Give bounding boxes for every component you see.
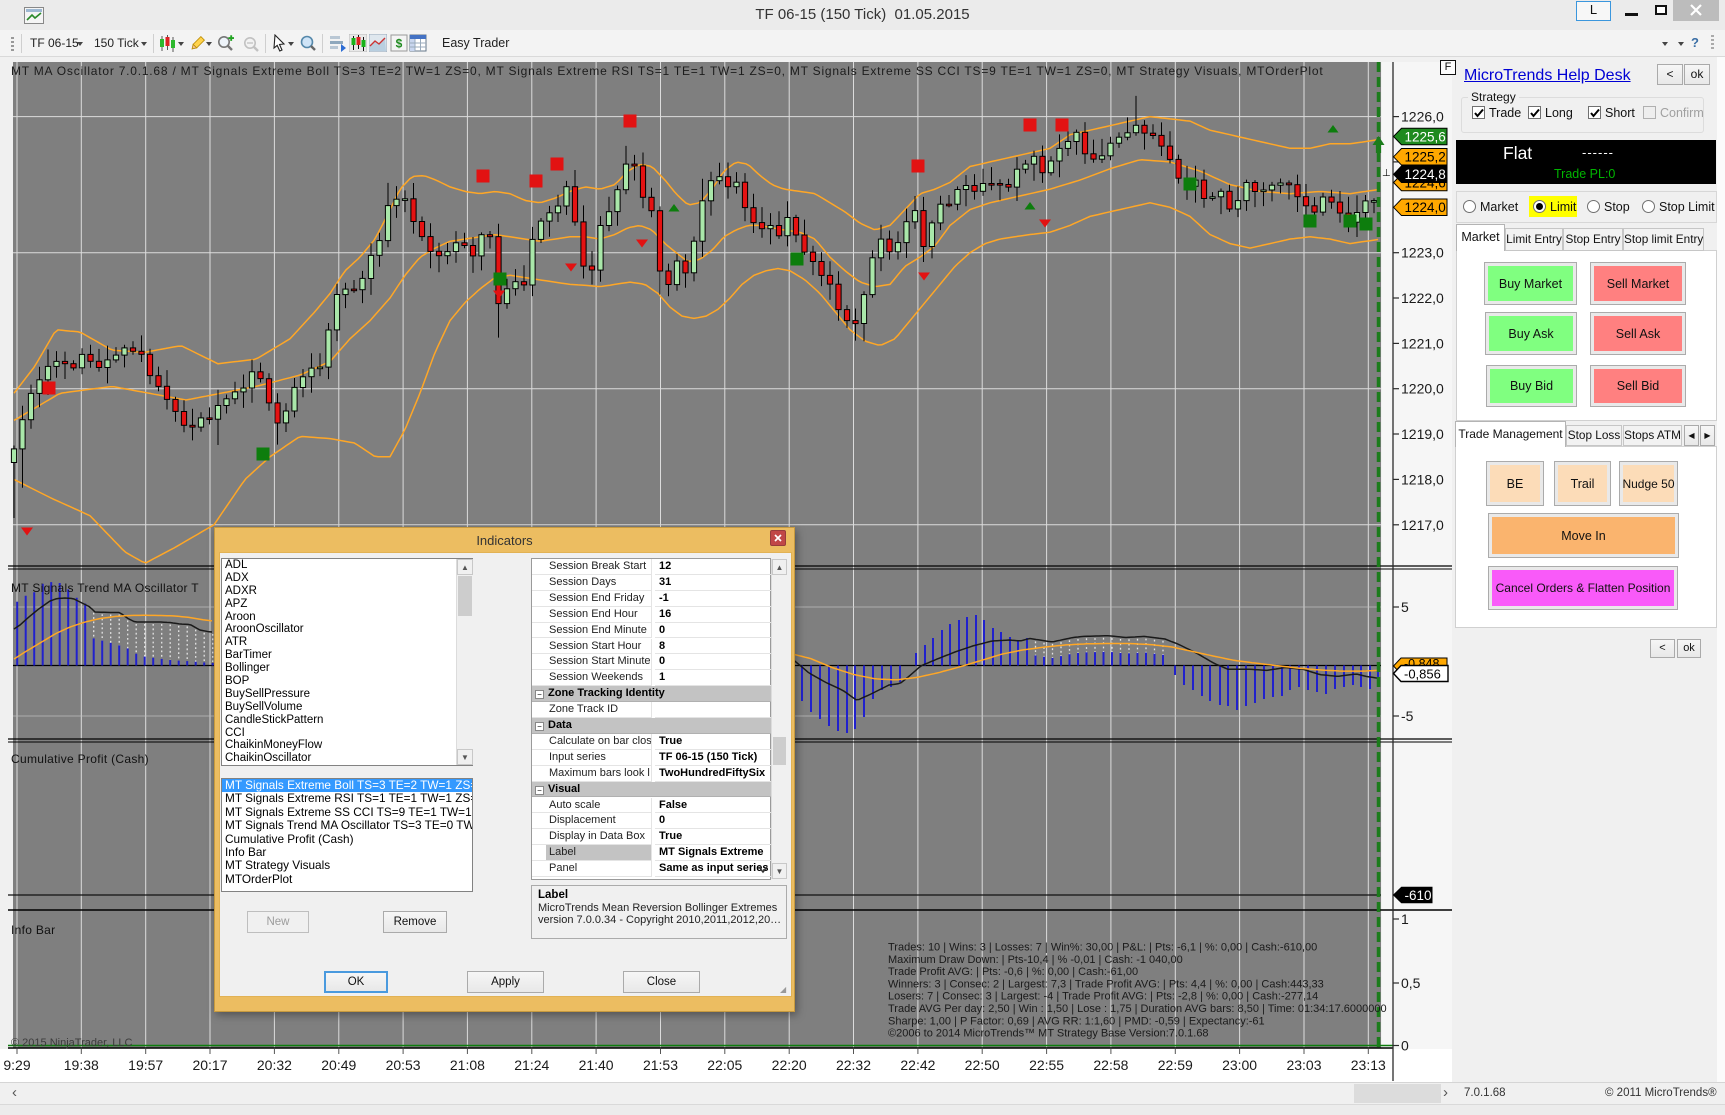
svg-text:22:42: 22:42 bbox=[900, 1057, 935, 1073]
svg-text:21:08: 21:08 bbox=[450, 1057, 485, 1073]
svg-text:19:57: 19:57 bbox=[128, 1057, 163, 1073]
svg-text:Cumulative Profit (Cash): Cumulative Profit (Cash) bbox=[11, 752, 149, 766]
svg-text:MT MA Oscillator 7.0.1.68 / MT: MT MA Oscillator 7.0.1.68 / MT Signals E… bbox=[11, 64, 1323, 78]
svg-text:21:40: 21:40 bbox=[579, 1057, 614, 1073]
svg-text:23:00: 23:00 bbox=[1222, 1057, 1257, 1073]
svg-text:1225,6: 1225,6 bbox=[1405, 129, 1446, 144]
svg-text:1219,0: 1219,0 bbox=[1401, 426, 1444, 442]
svg-text:22:32: 22:32 bbox=[836, 1057, 871, 1073]
svg-text:5: 5 bbox=[1401, 599, 1409, 615]
svg-text:1225,2: 1225,2 bbox=[1405, 150, 1446, 165]
svg-text:-0,856: -0,856 bbox=[1404, 667, 1441, 682]
svg-text:Trade Profit AVG: | Pts: -0,6: Trade Profit AVG: | Pts: -0,6 | %: 0,00 … bbox=[888, 966, 1138, 978]
svg-text:Trades: 10 | Wins: 3 | Losses:: Trades: 10 | Wins: 3 | Losses: 7 | Win%:… bbox=[888, 942, 1317, 954]
svg-text:21:53: 21:53 bbox=[643, 1057, 678, 1073]
svg-text:23:13: 23:13 bbox=[1351, 1057, 1386, 1073]
svg-text:1224,8: 1224,8 bbox=[1405, 167, 1446, 182]
svg-text:1224,0: 1224,0 bbox=[1405, 200, 1446, 215]
svg-text:20:53: 20:53 bbox=[386, 1057, 421, 1073]
svg-text:Maximum Draw Down: | Pts-10,4: Maximum Draw Down: | Pts-10,4 | % -0,01 … bbox=[888, 954, 1183, 966]
svg-text:Trade AVG Per day: 2,50 | Win: Trade AVG Per day: 2,50 | Win : 1,50 | L… bbox=[888, 1003, 1387, 1015]
svg-text:1: 1 bbox=[1401, 911, 1409, 927]
svg-text:0: 0 bbox=[1401, 1038, 1409, 1054]
svg-text:Info Bar: Info Bar bbox=[11, 923, 55, 937]
svg-text:22:59: 22:59 bbox=[1158, 1057, 1193, 1073]
svg-text:©2006 to 2014 MicroTrends™ MT: ©2006 to 2014 MicroTrends™ MT Strategy B… bbox=[888, 1028, 1209, 1040]
svg-text:22:05: 22:05 bbox=[707, 1057, 742, 1073]
svg-text:0,5: 0,5 bbox=[1401, 975, 1421, 991]
svg-text:-610: -610 bbox=[1405, 888, 1432, 903]
svg-text:Losers: 7 | Consec: 3 | Larges: Losers: 7 | Consec: 3 | Largest: -4 | Tr… bbox=[888, 991, 1318, 1003]
svg-text:22:20: 22:20 bbox=[772, 1057, 807, 1073]
svg-text:1220,0: 1220,0 bbox=[1401, 381, 1444, 397]
svg-text:Sharpe: 1,00 | P Factor: 0,69: Sharpe: 1,00 | P Factor: 0,69 | AVG RR: … bbox=[888, 1015, 1265, 1027]
svg-text:20:32: 20:32 bbox=[257, 1057, 292, 1073]
svg-text:23:03: 23:03 bbox=[1286, 1057, 1321, 1073]
svg-text:1217,0: 1217,0 bbox=[1401, 517, 1444, 533]
svg-text:1226,0: 1226,0 bbox=[1401, 109, 1444, 125]
svg-text:22:50: 22:50 bbox=[965, 1057, 1000, 1073]
svg-text:22:55: 22:55 bbox=[1029, 1057, 1064, 1073]
svg-text:22:58: 22:58 bbox=[1093, 1057, 1128, 1073]
svg-text:-5: -5 bbox=[1401, 708, 1414, 724]
svg-text:19:38: 19:38 bbox=[64, 1057, 99, 1073]
svg-text:9:29: 9:29 bbox=[3, 1057, 30, 1073]
svg-text:1218,0: 1218,0 bbox=[1401, 471, 1444, 487]
svg-text:MT Signals Trend MA Oscillator: MT Signals Trend MA Oscillator T bbox=[11, 581, 199, 595]
svg-text:© 2015 NinjaTrader, LLC: © 2015 NinjaTrader, LLC bbox=[11, 1037, 132, 1049]
svg-text:20:49: 20:49 bbox=[321, 1057, 356, 1073]
svg-text:21:24: 21:24 bbox=[514, 1057, 549, 1073]
svg-text:Winners: 3 | Consec: 2 | Large: Winners: 3 | Consec: 2 | Largest: 7,3 | … bbox=[888, 978, 1324, 990]
svg-text:1222,0: 1222,0 bbox=[1401, 290, 1444, 306]
svg-text:20:17: 20:17 bbox=[192, 1057, 227, 1073]
svg-text:1223,0: 1223,0 bbox=[1401, 245, 1444, 261]
svg-text:$: $ bbox=[396, 37, 403, 51]
svg-text:⊥: ⊥ bbox=[1382, 168, 1391, 179]
svg-text:1221,0: 1221,0 bbox=[1401, 335, 1444, 351]
